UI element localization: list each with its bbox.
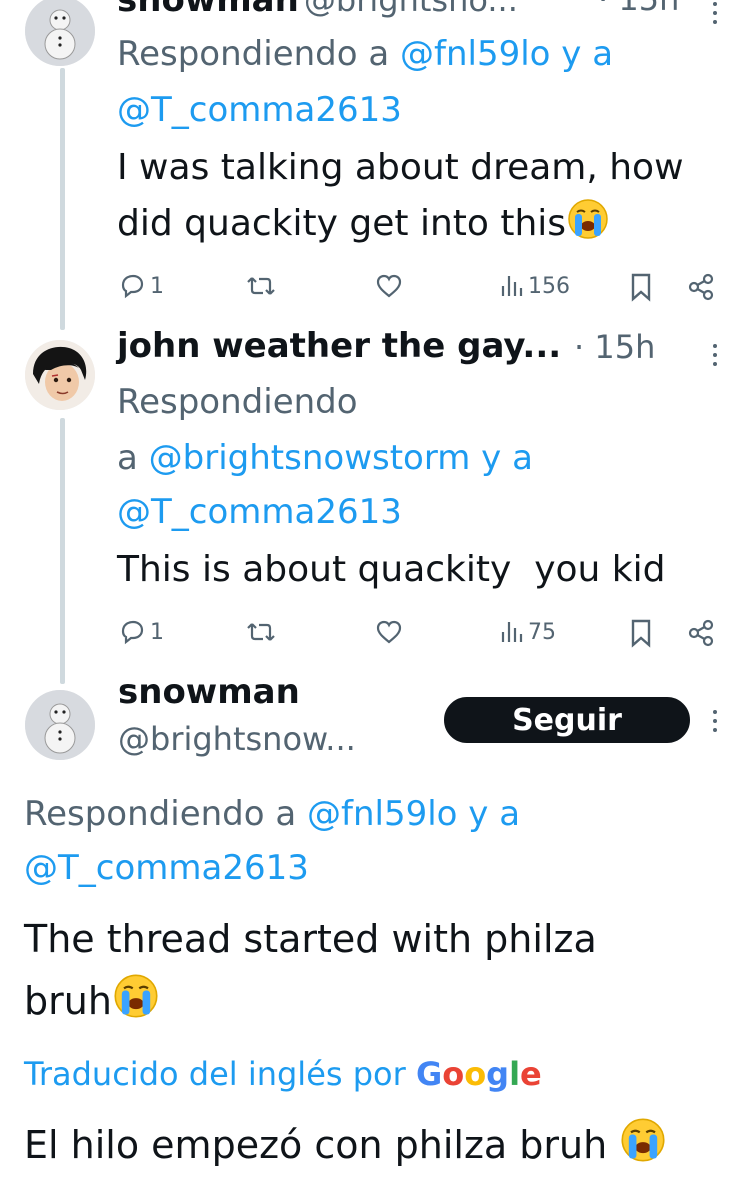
bookmark-button[interactable] <box>629 618 653 648</box>
views-icon <box>501 276 523 296</box>
retweet-icon <box>247 277 275 295</box>
main-reply-context: Respondiendo a @fnl59lo y a <box>24 786 520 842</box>
tweet-text: did quackity get into this <box>117 203 567 244</box>
views-button[interactable]: 75 <box>500 618 556 646</box>
view-count: 156 <box>528 273 570 299</box>
bookmark-icon <box>631 273 651 302</box>
snowman-avatar-image <box>25 0 95 66</box>
author-name[interactable]: snowman <box>117 0 299 20</box>
reply-button[interactable]: 1 <box>118 618 164 646</box>
bookmark-icon <box>631 619 651 648</box>
translated-by-label: Traducido del inglés por <box>24 1055 406 1093</box>
retweet-button[interactable] <box>245 618 277 646</box>
reply-prefix: Respondiendo a <box>117 34 400 74</box>
like-icon <box>376 620 402 644</box>
thread-line-top <box>60 68 65 330</box>
reply-user-link[interactable]: @T_comma2613 <box>117 82 402 138</box>
views-button[interactable]: 156 <box>500 272 570 300</box>
tweet-2-time[interactable]: · 15h <box>574 328 655 366</box>
author-handle[interactable]: @brightsno... <box>304 0 518 19</box>
like-icon <box>376 274 402 298</box>
main-text-line1: The thread started with philza <box>24 917 597 961</box>
avatar-john-weather[interactable] <box>25 340 95 410</box>
tweet-1-text-line2: did quackity get into this <box>117 196 610 252</box>
more-icon[interactable] <box>712 2 718 24</box>
share-icon <box>688 619 714 647</box>
main-text-line2: bruh <box>24 970 160 1032</box>
tweet-1-header: snowman @brightsno... <box>117 0 518 20</box>
reply-join: y a <box>470 438 533 478</box>
tweet-text: This is about quackity you kid <box>117 549 666 590</box>
author-handle[interactable]: @brightsnow... <box>118 720 356 758</box>
reply-line1: Respondiendo <box>117 382 358 422</box>
reply-icon <box>121 274 144 299</box>
reply-button[interactable]: 1 <box>118 272 164 300</box>
view-count: 75 <box>528 619 556 645</box>
avatar-snowman[interactable] <box>25 0 95 66</box>
reply-count: 1 <box>150 273 164 299</box>
translation-text: El hilo empezó con philza bruh <box>24 1114 667 1176</box>
reply-user-link[interactable]: @fnl59lo <box>400 34 550 74</box>
john-weather-avatar-image <box>25 340 95 410</box>
retweet-button[interactable] <box>245 272 277 300</box>
follow-button[interactable]: Seguir <box>444 697 690 743</box>
tweet-1-time[interactable]: · 15h <box>598 0 679 18</box>
loudly-crying-face-icon <box>114 974 158 1018</box>
tweet-1-reply-context: Respondiendo a @fnl59lo y a <box>117 26 613 82</box>
more-icon[interactable] <box>712 344 718 366</box>
thread-line-middle <box>60 418 65 684</box>
like-button[interactable] <box>374 618 404 646</box>
share-button[interactable] <box>687 272 715 302</box>
tweet-text: bruh <box>24 979 112 1023</box>
loudly-crying-face-icon <box>568 199 608 239</box>
tweet-1-text-line1: I was talking about dream, how <box>117 147 684 188</box>
avatar-snowman[interactable] <box>25 690 95 760</box>
reply-prefix: a <box>117 438 149 478</box>
reply-join: y a <box>550 34 614 74</box>
reply-user-link[interactable]: @T_comma2613 <box>24 840 309 896</box>
author-name[interactable]: snowman <box>118 672 300 712</box>
share-icon <box>688 273 714 301</box>
reply-user-link[interactable]: @brightsnowstorm <box>149 438 471 478</box>
author-name[interactable]: john weather the gay... <box>117 326 561 366</box>
more-icon[interactable] <box>712 710 718 732</box>
reply-icon <box>121 620 144 645</box>
retweet-icon <box>247 623 275 641</box>
reply-user-link[interactable]: @T_comma2613 <box>117 484 402 540</box>
translation-attribution[interactable]: Traducido del inglés por Google <box>24 1046 542 1102</box>
share-button[interactable] <box>687 618 715 648</box>
like-button[interactable] <box>374 272 404 300</box>
tweet-2-reply-context: a @brightsnowstorm y a <box>117 430 533 486</box>
reply-join: y a <box>457 794 521 834</box>
translated-tweet-text: El hilo empezó con philza bruh <box>24 1123 608 1167</box>
reply-count: 1 <box>150 619 164 645</box>
reply-prefix: Respondiendo a <box>24 794 307 834</box>
loudly-crying-face-icon <box>621 1118 665 1162</box>
bookmark-button[interactable] <box>629 272 653 302</box>
snowman-avatar-image <box>25 690 95 760</box>
google-logo: Google <box>415 1055 542 1093</box>
views-icon <box>501 622 523 642</box>
reply-user-link[interactable]: @fnl59lo <box>307 794 457 834</box>
